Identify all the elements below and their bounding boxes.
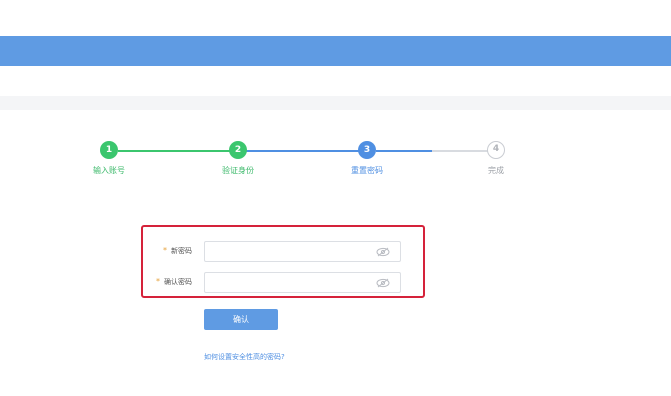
step-connector-3: [376, 150, 488, 152]
step-1-label: 输入账号: [93, 166, 125, 175]
step-connector-2: [246, 150, 359, 152]
password-help-link[interactable]: 如何设置安全性高的密码?: [204, 352, 285, 362]
confirm-password-field[interactable]: [204, 272, 401, 293]
new-password-label: * 新密码: [132, 246, 192, 256]
step-4-label: 完成: [488, 166, 504, 175]
step-1-circle: 1: [100, 141, 118, 159]
new-password-label-text: 新密码: [171, 247, 192, 255]
progress-steps: 1 2 3 4 输入账号 验证身份 重置密码 完成: [0, 0, 671, 200]
confirm-button[interactable]: 确认: [204, 309, 278, 330]
step-4-circle: 4: [487, 141, 505, 159]
step-2-circle: 2: [229, 141, 247, 159]
eye-hidden-icon[interactable]: [376, 278, 390, 288]
step-3-label: 重置密码: [351, 166, 383, 175]
step-2-label: 验证身份: [222, 166, 254, 175]
step-connector-1: [118, 150, 230, 152]
required-mark: *: [156, 277, 160, 286]
eye-hidden-icon[interactable]: [376, 247, 390, 257]
confirm-password-label: * 确认密码: [132, 277, 192, 287]
confirm-password-label-text: 确认密码: [164, 278, 192, 286]
new-password-field[interactable]: [204, 241, 401, 262]
required-mark: *: [163, 246, 167, 255]
step-3-circle: 3: [358, 141, 376, 159]
